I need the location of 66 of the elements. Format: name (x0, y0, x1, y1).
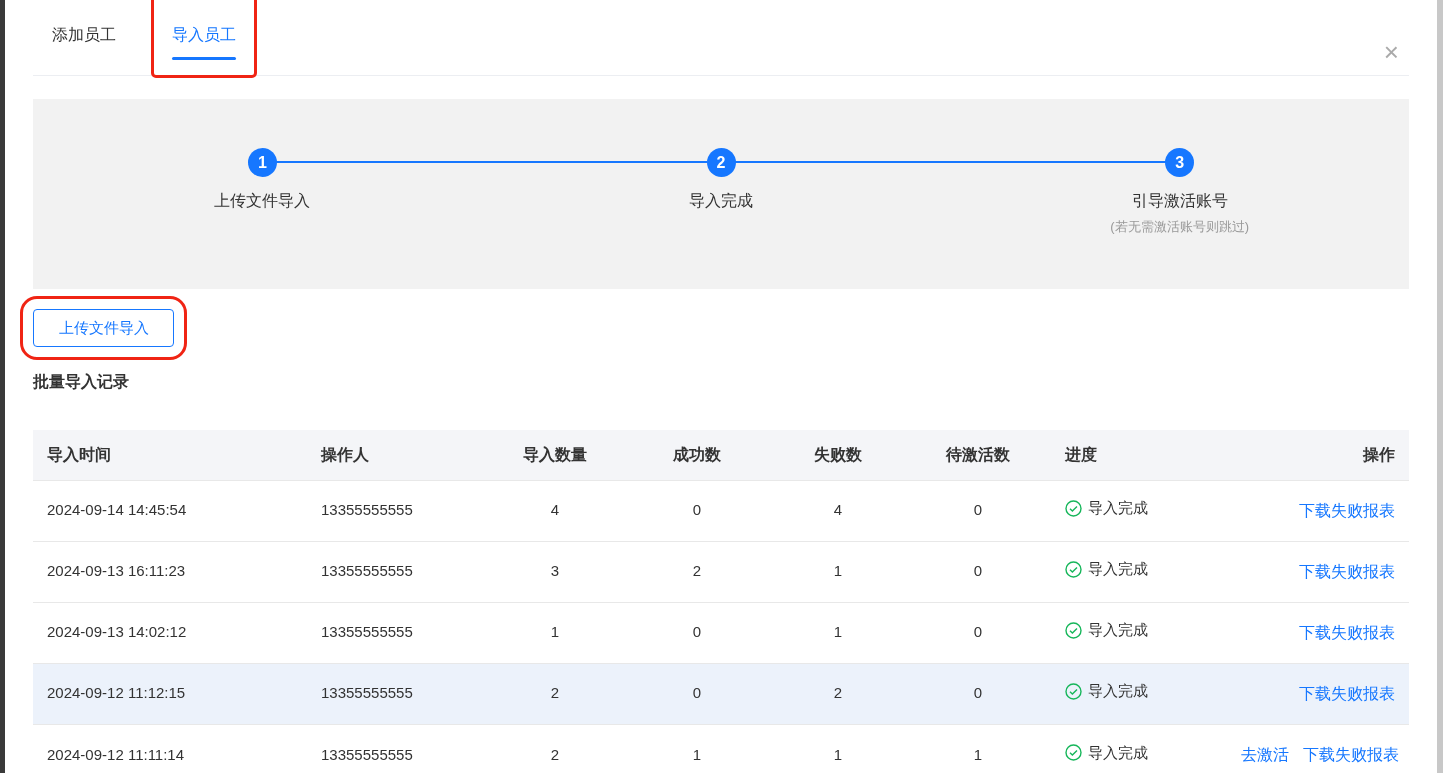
table-cell: 13355555555 (307, 602, 487, 663)
close-button[interactable]: × (1377, 38, 1405, 66)
column-header: 待激活数 (905, 430, 1051, 480)
table-cell: 1 (771, 602, 905, 663)
tab[interactable]: 导入员工 (154, 0, 254, 75)
table-cell: 0 (905, 480, 1051, 541)
table-cell: 2024-09-12 11:11:14 (33, 724, 307, 773)
status-text: 导入完成 (1088, 681, 1148, 702)
step-label: 上传文件导入 (214, 191, 311, 211)
section-title: 批量导入记录 (33, 372, 130, 392)
check-circle-icon (1065, 683, 1082, 701)
table-cell: 3 (487, 541, 623, 602)
status-text: 导入完成 (1088, 559, 1148, 580)
action-link[interactable]: 下载失败报表 (1299, 501, 1395, 519)
table-cell: 0 (905, 602, 1051, 663)
scrollbar[interactable] (1437, 0, 1443, 773)
table-cell: 2024-09-13 16:11:23 (33, 541, 307, 602)
table-cell: 2 (623, 541, 771, 602)
table-cell: 2024-09-14 14:45:54 (33, 480, 307, 541)
check-circle-icon (1065, 622, 1082, 640)
action-link[interactable]: 下载失败报表 (1299, 684, 1395, 702)
action-link[interactable]: 下载失败报表 (1299, 562, 1395, 580)
step-number: 2 (706, 148, 736, 177)
column-header: 导入数量 (487, 430, 623, 480)
step-label: 导入完成 (689, 191, 753, 211)
table-cell: 4 (487, 480, 623, 541)
table-cell: 1 (623, 724, 771, 773)
table-cell: 0 (623, 602, 771, 663)
table-cell: 1 (771, 541, 905, 602)
table-cell: 2 (771, 663, 905, 724)
table-cell: 1 (771, 724, 905, 773)
action-link[interactable]: 去激活 (1241, 745, 1289, 763)
table-cell: 0 (623, 663, 771, 724)
table-cell: 0 (905, 541, 1051, 602)
check-circle-icon (1065, 500, 1082, 518)
table-cell: 13355555555 (307, 724, 487, 773)
status-text: 导入完成 (1088, 620, 1148, 641)
step-number: 3 (1165, 148, 1195, 177)
step-number: 1 (247, 148, 277, 177)
column-header: 进度 (1051, 430, 1227, 480)
column-header: 导入时间 (33, 430, 307, 480)
check-circle-icon (1065, 561, 1082, 579)
column-header: 操作 (1227, 430, 1409, 480)
tab[interactable]: 添加员工 (52, 23, 116, 75)
step-note: (若无需激活账号则跳过) (1110, 218, 1249, 236)
column-header: 操作人 (307, 430, 487, 480)
table-cell: 2024-09-13 14:02:12 (33, 602, 307, 663)
column-header: 失败数 (771, 430, 905, 480)
check-circle-icon (1065, 744, 1082, 762)
table-cell: 0 (905, 663, 1051, 724)
status-text: 导入完成 (1088, 742, 1148, 763)
table-cell: 13355555555 (307, 541, 487, 602)
column-header: 成功数 (623, 430, 771, 480)
table-cell: 1 (905, 724, 1051, 773)
table-cell: 13355555555 (307, 663, 487, 724)
table-cell: 4 (771, 480, 905, 541)
table-cell: 0 (623, 480, 771, 541)
table-cell: 2 (487, 663, 623, 724)
table-cell: 2024-09-12 11:12:15 (33, 663, 307, 724)
table-cell: 13355555555 (307, 480, 487, 541)
table-cell: 1 (487, 602, 623, 663)
table-cell: 2 (487, 724, 623, 773)
step-label: 引导激活账号 (1131, 191, 1228, 211)
status-text: 导入完成 (1088, 498, 1148, 519)
action-link[interactable]: 下载失败报表 (1303, 745, 1399, 763)
action-link[interactable]: 下载失败报表 (1299, 623, 1395, 641)
